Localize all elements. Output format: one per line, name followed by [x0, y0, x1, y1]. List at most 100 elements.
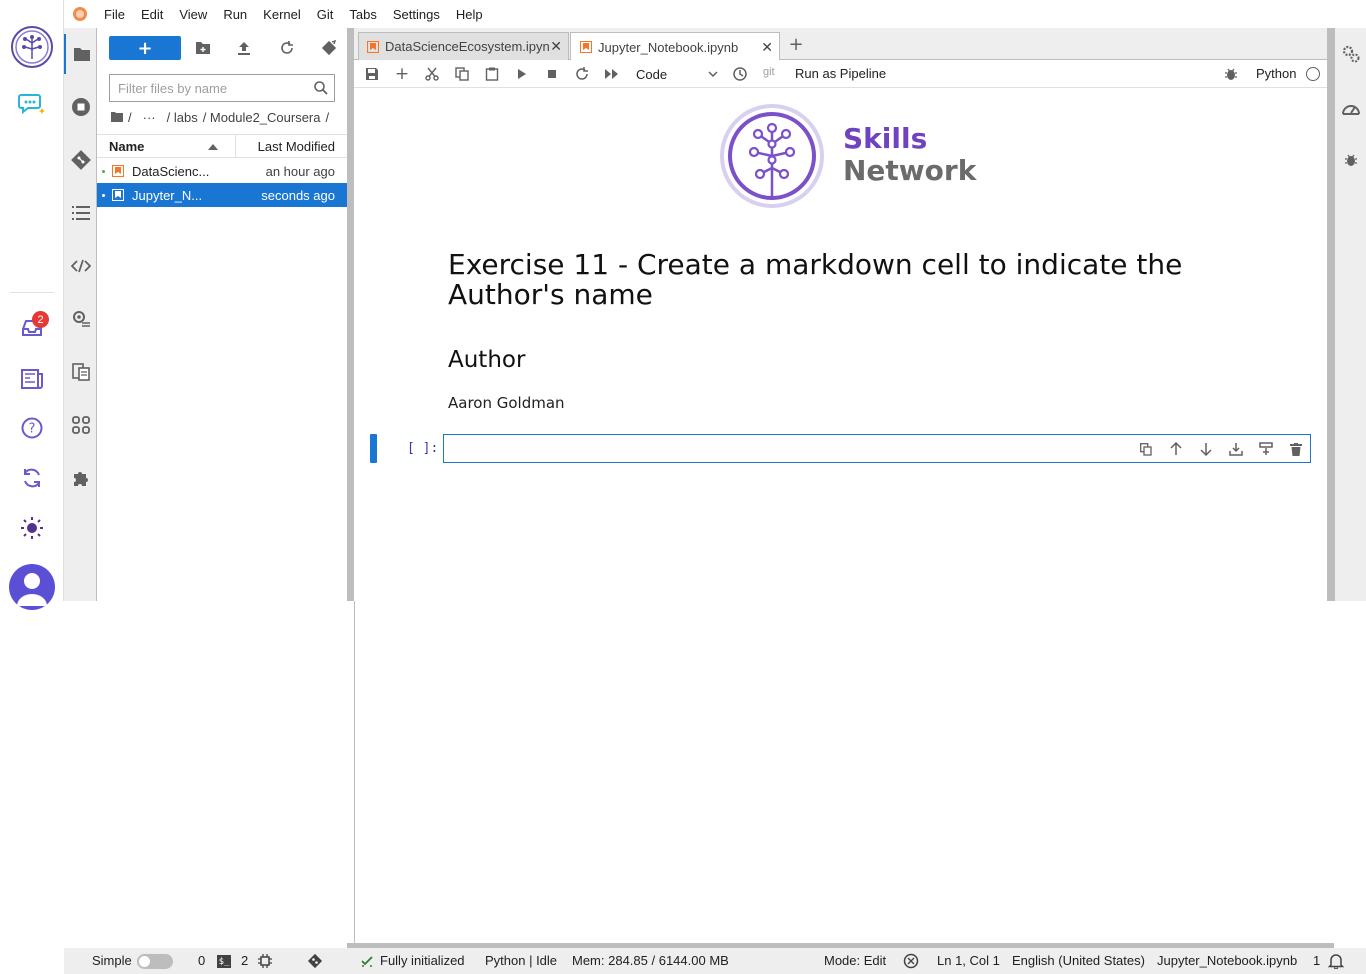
notification-count[interactable]: 1 [1313, 953, 1320, 968]
chat-assistant-icon[interactable] [16, 88, 48, 120]
skills-rail: 2 ? [0, 0, 64, 610]
insert-below-icon[interactable] [1256, 441, 1276, 457]
cursor-position[interactable]: Ln 1, Col 1 [937, 953, 1000, 968]
interrupt-kernel-icon[interactable] [542, 65, 562, 83]
move-down-icon[interactable] [1196, 441, 1216, 457]
editor-mode: Mode: Edit [824, 953, 887, 968]
menu-kernel[interactable]: Kernel [255, 7, 309, 22]
run-as-pipeline-button[interactable]: Run as Pipeline [795, 66, 886, 81]
menu-settings[interactable]: Settings [385, 7, 448, 22]
git-panel-icon[interactable] [64, 140, 97, 180]
menu-run[interactable]: Run [215, 7, 255, 22]
markdown-author: Aaron Goldman [448, 394, 565, 412]
news-icon[interactable] [16, 363, 48, 395]
notebook-toolbar: + Code git Run as Pipeline Python [354, 60, 1327, 88]
menu-file[interactable]: File [96, 7, 133, 22]
simple-mode-toggle[interactable] [137, 954, 173, 969]
breadcrumb-root[interactable]: / [128, 110, 132, 125]
terminals-count[interactable]: 0 [198, 953, 205, 968]
menu-bar: File Edit View Run Kernel Git Tabs Setti… [64, 0, 1366, 28]
menu-git[interactable]: Git [309, 7, 342, 22]
running-sessions-icon[interactable] [64, 87, 97, 127]
toggle-knob [139, 956, 150, 967]
breadcrumb-module2[interactable]: / Module2_Coursera [203, 110, 321, 125]
move-up-icon[interactable] [1166, 441, 1186, 457]
paste-icon[interactable] [482, 65, 502, 83]
insert-above-icon[interactable] [1226, 441, 1246, 457]
table-of-contents-icon[interactable] [64, 193, 97, 233]
property-inspector-icon[interactable] [64, 299, 97, 339]
menu-tabs[interactable]: Tabs [341, 7, 384, 22]
clock-icon[interactable] [730, 65, 750, 83]
resource-usage-gauge-icon[interactable] [1341, 98, 1361, 118]
delete-cell-icon[interactable] [1286, 441, 1306, 457]
kernel-name[interactable]: Python [1256, 66, 1296, 81]
copy-icon[interactable] [452, 65, 472, 83]
tab-jupyter-notebook[interactable]: Jupyter_Notebook.ipynb ✕ [570, 32, 780, 61]
git-status-icon[interactable] [307, 953, 323, 969]
close-tab-icon[interactable]: ✕ [550, 38, 562, 55]
markdown-heading: Exercise 11 - Create a markdown cell to … [448, 248, 1183, 311]
chevron-down-icon [708, 71, 718, 77]
simple-mode-label: Simple [92, 953, 132, 968]
theme-toggle-icon[interactable] [16, 512, 48, 544]
breadcrumb-labs[interactable]: / labs [167, 110, 198, 125]
menu-view[interactable]: View [171, 7, 215, 22]
kernels-count[interactable]: 2 [241, 953, 248, 968]
property-inspector-gears-icon[interactable] [1341, 44, 1361, 64]
inbox-icon[interactable]: 2 [16, 311, 49, 344]
file-browser-tab-icon[interactable] [64, 34, 97, 74]
user-avatar[interactable] [9, 564, 55, 610]
tab-datascience-ecosystem[interactable]: DataScienceEcosystem.ipyn ✕ [358, 32, 569, 60]
save-icon[interactable] [362, 65, 382, 83]
kernel-status[interactable]: Python | Idle [485, 953, 557, 968]
column-name-header[interactable]: Name [109, 139, 144, 154]
debugger-bug-icon[interactable] [1221, 65, 1241, 83]
home-folder-icon[interactable] [111, 112, 123, 122]
cut-icon[interactable] [422, 65, 442, 83]
file-browser: + / ··· / labs / Module2_Coursera / Name… [97, 28, 347, 601]
new-folder-icon[interactable] [193, 38, 213, 58]
insert-cell-icon[interactable]: + [392, 64, 412, 84]
sync-icon[interactable] [16, 462, 48, 494]
refresh-icon[interactable] [277, 38, 297, 58]
debugger-panel-icon[interactable] [1341, 150, 1361, 170]
duplicate-cell-icon[interactable] [1136, 441, 1156, 457]
git-clone-icon[interactable] [319, 38, 339, 58]
menu-edit[interactable]: Edit [133, 7, 171, 22]
upload-icon[interactable] [234, 38, 254, 58]
sort-ascending-icon [208, 144, 218, 150]
run-cell-icon[interactable] [512, 65, 532, 83]
tab-label: DataScienceEcosystem.ipyn [385, 39, 550, 54]
right-sidebar-splitter[interactable] [1327, 28, 1334, 601]
notification-bell-icon[interactable] [1328, 953, 1344, 969]
extension-manager-icon[interactable] [64, 458, 97, 498]
search-icon [308, 81, 334, 95]
new-launcher-button[interactable]: + [109, 36, 181, 60]
pipeline-components-icon[interactable] [64, 352, 97, 392]
file-filter-input[interactable] [110, 76, 308, 100]
extension-graph-icon[interactable] [64, 405, 97, 445]
cell-type-select[interactable]: Code [636, 64, 718, 84]
restart-run-all-icon[interactable] [602, 65, 622, 83]
code-snippets-icon[interactable] [64, 246, 97, 286]
close-tab-icon[interactable]: ✕ [761, 39, 773, 56]
column-modified-header[interactable]: Last Modified [258, 139, 335, 154]
notebook-content: Skills Network Exercise 11 - Create a ma… [354, 88, 1327, 601]
menu-help[interactable]: Help [448, 7, 491, 22]
git-label[interactable]: git [763, 66, 775, 78]
file-row-datascience[interactable]: DataScienc... an hour ago [97, 159, 347, 183]
sidebar-splitter[interactable] [347, 28, 354, 601]
code-cell-editor[interactable] [443, 434, 1311, 463]
cell-prompt: [ ]: [407, 441, 439, 456]
restart-kernel-icon[interactable] [572, 65, 592, 83]
help-icon[interactable]: ? [16, 412, 48, 444]
add-tab-icon[interactable]: + [786, 34, 806, 55]
breadcrumb: / ··· / labs / Module2_Coursera / [111, 108, 334, 126]
breadcrumb-ellipsis[interactable]: ··· [143, 110, 156, 125]
skills-network-logo-icon[interactable] [8, 24, 56, 70]
display-language[interactable]: English (United States) [1012, 953, 1145, 968]
file-row-jupyter-notebook[interactable]: Jupyter_N... seconds ago [97, 183, 347, 207]
document-tab-bar: DataScienceEcosystem.ipyn ✕ Jupyter_Note… [354, 28, 1327, 61]
trusted-shield-icon[interactable] [903, 953, 919, 969]
